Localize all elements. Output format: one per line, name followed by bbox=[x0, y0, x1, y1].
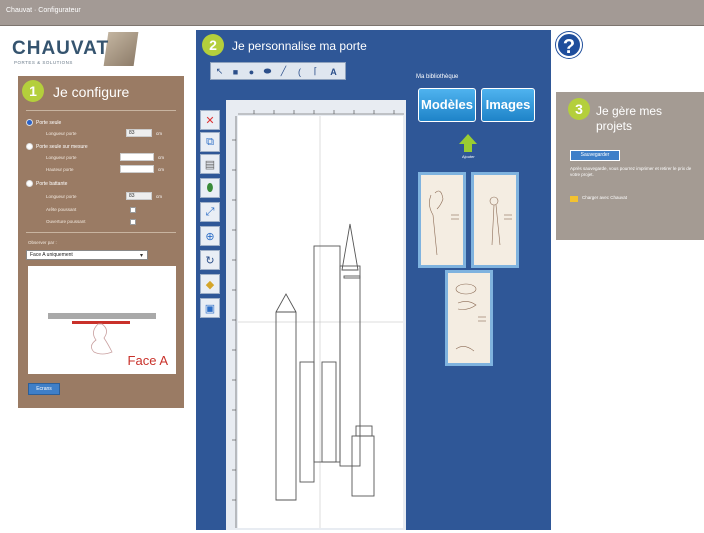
arrow-up-stem bbox=[464, 143, 472, 152]
save-icon[interactable]: ▣ bbox=[200, 298, 220, 318]
drawing-toolbar: ↖ ■ ● ⬬ ╱ ( ⌈ A bbox=[210, 62, 346, 80]
window-title: Chauvat · Configurateur bbox=[6, 7, 81, 14]
city-skyline-drawing bbox=[238, 116, 403, 528]
line-tool-icon[interactable]: ╱ bbox=[277, 65, 290, 78]
model-sketch-icon bbox=[429, 190, 459, 256]
length-input-1[interactable]: 83 bbox=[126, 129, 152, 137]
images-button[interactable]: Images bbox=[481, 88, 535, 122]
help-icon[interactable]: ? bbox=[556, 32, 582, 58]
ellipse-tool-icon[interactable]: ⬬ bbox=[261, 65, 274, 78]
duplicate-icon[interactable]: ⧉ bbox=[200, 132, 220, 152]
text-tool-icon[interactable]: A bbox=[327, 65, 340, 78]
save-project-button[interactable]: Sauvegarder bbox=[570, 150, 620, 161]
step-2-badge: 2 bbox=[202, 34, 224, 56]
step-1-badge: 1 bbox=[22, 80, 44, 102]
field-label: Longueur porte bbox=[46, 155, 77, 160]
projects-title-line1: Je gère mes bbox=[596, 104, 663, 118]
brand-tagline: Portes & Solutions bbox=[14, 60, 73, 65]
customize-panel: 2 Je personnalise ma porte ↖ ■ ● ⬬ ╱ ( ⌈… bbox=[196, 30, 551, 530]
window-titlebar: Chauvat · Configurateur bbox=[0, 0, 704, 26]
pointer-tool-icon[interactable]: ↖ bbox=[213, 65, 226, 78]
option-label: Porte battante bbox=[36, 181, 68, 187]
face-select[interactable]: Face A uniquement bbox=[26, 250, 148, 260]
color-icon[interactable]: ◆ bbox=[200, 274, 220, 294]
folder-icon bbox=[570, 196, 578, 202]
option-label: Porte seule sur mesure bbox=[36, 144, 88, 150]
model-thumbnail[interactable] bbox=[445, 270, 493, 366]
divider bbox=[26, 110, 176, 111]
check-label: Ouverture poussant bbox=[46, 219, 86, 224]
unit-label: cm bbox=[156, 131, 162, 136]
check-label: Arête poussant bbox=[46, 207, 77, 212]
unit-label: cm bbox=[158, 155, 164, 160]
transform-icon[interactable]: ⤢ bbox=[200, 202, 220, 222]
radio-porte-sur-mesure[interactable] bbox=[26, 143, 33, 150]
field-label: Hauteur porte bbox=[46, 167, 74, 172]
height-input[interactable] bbox=[120, 165, 154, 173]
model-thumbnail[interactable] bbox=[418, 172, 466, 268]
length-input-2[interactable] bbox=[120, 153, 154, 161]
design-canvas[interactable] bbox=[226, 100, 406, 530]
face-a-caption: Face A bbox=[127, 353, 168, 368]
brand-logo[interactable]: CHAUVAT Portes & Solutions bbox=[12, 32, 139, 74]
radio-porte-seule[interactable] bbox=[26, 119, 33, 126]
checkbox-arete[interactable] bbox=[130, 207, 136, 213]
face-preview: Face A bbox=[28, 266, 176, 374]
projects-title-line2: projets bbox=[596, 119, 633, 133]
circle-tool-icon[interactable]: ● bbox=[245, 65, 258, 78]
library-label: Ma bibliothèque bbox=[416, 74, 459, 80]
unit-label: cm bbox=[158, 167, 164, 172]
radio-porte-battante[interactable] bbox=[26, 180, 33, 187]
divider bbox=[26, 232, 176, 233]
save-description: Après sauvegarde, vous pourrez imprimer … bbox=[570, 166, 692, 177]
bracket-tool-icon[interactable]: ⌈ bbox=[309, 65, 322, 78]
rotate-icon[interactable]: ↻ bbox=[200, 250, 220, 270]
projects-title: Je gère mes projets bbox=[596, 104, 662, 134]
delete-icon[interactable]: ✕ bbox=[200, 110, 220, 130]
checkbox-ouverture[interactable] bbox=[130, 219, 136, 225]
brand-name: CHAUVAT bbox=[12, 38, 110, 59]
curve-tool-icon[interactable]: ( bbox=[293, 65, 306, 78]
model-thumbnail[interactable] bbox=[471, 172, 519, 268]
customize-title: Je personnalise ma porte bbox=[232, 39, 367, 53]
unit-label: cm bbox=[156, 194, 162, 199]
face-label: Observer par : bbox=[28, 240, 57, 245]
zoom-icon[interactable]: ⊕ bbox=[200, 226, 220, 246]
configure-title: Je configure bbox=[53, 84, 130, 100]
arrow-caption: Ajouter bbox=[462, 154, 475, 159]
model-sketch-icon bbox=[489, 196, 512, 246]
door-surface[interactable] bbox=[238, 116, 403, 528]
rectangle-tool-icon[interactable]: ■ bbox=[229, 65, 242, 78]
chevron-down-icon: ▾ bbox=[140, 253, 144, 259]
models-button[interactable]: Modèles bbox=[418, 88, 476, 122]
length-input-3[interactable]: 83 bbox=[126, 192, 152, 200]
field-label: Longueur porte bbox=[46, 131, 77, 136]
apply-button[interactable]: Ecrans bbox=[28, 383, 60, 395]
fill-icon[interactable]: ⬮ bbox=[200, 178, 220, 198]
projects-panel: 3 Je gère mes projets Sauvegarder Après … bbox=[556, 92, 704, 240]
field-label: Longueur porte bbox=[46, 194, 77, 199]
load-project-link[interactable]: Charger avec Chauvat bbox=[582, 195, 627, 200]
option-label: Porte seule bbox=[36, 120, 62, 126]
layer-icon[interactable]: ▤ bbox=[200, 154, 220, 174]
model-sketch-icon bbox=[455, 283, 486, 352]
step-3-badge: 3 bbox=[568, 98, 590, 120]
